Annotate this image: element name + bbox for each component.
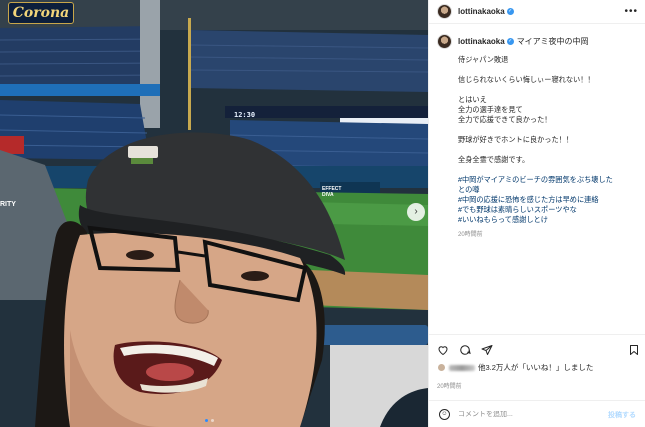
sleeve-text: RITY xyxy=(0,201,16,208)
avatar[interactable] xyxy=(437,34,452,49)
hashtag-line[interactable]: #中岡がマイアミのビーチの雰囲気をぶち壊した xyxy=(458,175,642,185)
header-username[interactable]: lottinakaoka xyxy=(458,7,505,16)
emoji-icon[interactable]: ☺ xyxy=(439,408,450,420)
caption-line: 全力で応援できて良かった！ xyxy=(458,115,552,124)
caption-line: とはいえ xyxy=(458,95,487,104)
more-options-icon[interactable]: ••• xyxy=(624,6,638,17)
hashtag-line[interactable]: #中岡の応援に恐怖を感じた方は早めに連絡 xyxy=(458,195,642,205)
verified-badge-icon: ✓ xyxy=(506,8,514,15)
corona-sign: Corona xyxy=(8,2,74,24)
likes-suffix-text: 「いいね！」しました xyxy=(518,363,594,372)
caption-line: 信じられないくらい悔しぃー寝れない！！ xyxy=(458,75,595,84)
carousel-dot xyxy=(205,419,208,422)
liker-avatar xyxy=(437,363,446,372)
post-comment-button[interactable]: 投稿する xyxy=(608,410,636,420)
hashtag-line[interactable]: との噂 xyxy=(458,185,642,195)
comment-input[interactable] xyxy=(458,410,588,418)
stadium-selfie-illustration xyxy=(0,0,428,427)
carousel-dots xyxy=(205,419,214,422)
caption-header: lottinakaoka ✓ マイアミ夜中の中岡 xyxy=(437,34,642,49)
instagram-post-screenshot: Corona 12:30 EFFECT DIVA RITY › lottinak… xyxy=(0,0,645,427)
carousel-next-button[interactable]: › xyxy=(407,203,425,221)
likes-summary[interactable]: 他3.2万人が 「いいね！」しました xyxy=(437,362,642,373)
post-side-panel: lottinakaoka ✓ ••• lottinakaoka ✓ マイアミ夜中… xyxy=(428,0,645,427)
caption-line: 野球が好きでホントに良かった！！ xyxy=(458,135,574,144)
caption-body: 侍ジャパン敗退 信じられないくらい悔しぃー寝れない！！ とはいえ 全力の選手達を… xyxy=(458,55,642,238)
likes-count-text: 他3.2万人が xyxy=(478,363,519,372)
blurred-username xyxy=(449,364,475,371)
action-bar xyxy=(429,334,645,362)
comment-box: ☺ 投稿する xyxy=(429,400,645,427)
chevron-right-icon: › xyxy=(414,206,418,217)
caption-line: 侍ジャパン敗退 xyxy=(458,55,509,64)
dugout-ad-text: EFFECT DIVA xyxy=(322,186,342,198)
hashtag-line[interactable]: #いいねもらって感謝しとけ xyxy=(458,215,642,225)
avatar[interactable] xyxy=(437,4,452,19)
heart-icon[interactable] xyxy=(437,344,449,356)
caption-location-text: マイアミ夜中の中岡 xyxy=(516,37,589,46)
caption-line: 全力の選手達を見て xyxy=(458,105,523,114)
bookmark-icon[interactable] xyxy=(628,344,640,356)
carousel-dot xyxy=(211,419,214,422)
hashtag-line[interactable]: #でも野球は素晴らしいスポーツやな xyxy=(458,205,642,215)
scoreboard-time: 12:30 xyxy=(234,111,256,119)
paper-plane-icon[interactable] xyxy=(481,344,493,356)
verified-badge-icon: ✓ xyxy=(506,38,514,45)
caption-line: 全身全霊で感謝です。 xyxy=(458,155,530,164)
post-photo[interactable]: Corona 12:30 EFFECT DIVA RITY › xyxy=(0,0,428,427)
comment-icon[interactable] xyxy=(459,344,471,356)
post-date: 20時間前 xyxy=(437,384,462,390)
caption: lottinakaoka ✓ マイアミ夜中の中岡 侍ジャパン敗退 信じられないく… xyxy=(437,34,642,238)
post-header: lottinakaoka ✓ ••• xyxy=(429,0,645,24)
caption-username[interactable]: lottinakaoka xyxy=(458,37,505,46)
caption-time: 20時間前 xyxy=(458,232,483,238)
